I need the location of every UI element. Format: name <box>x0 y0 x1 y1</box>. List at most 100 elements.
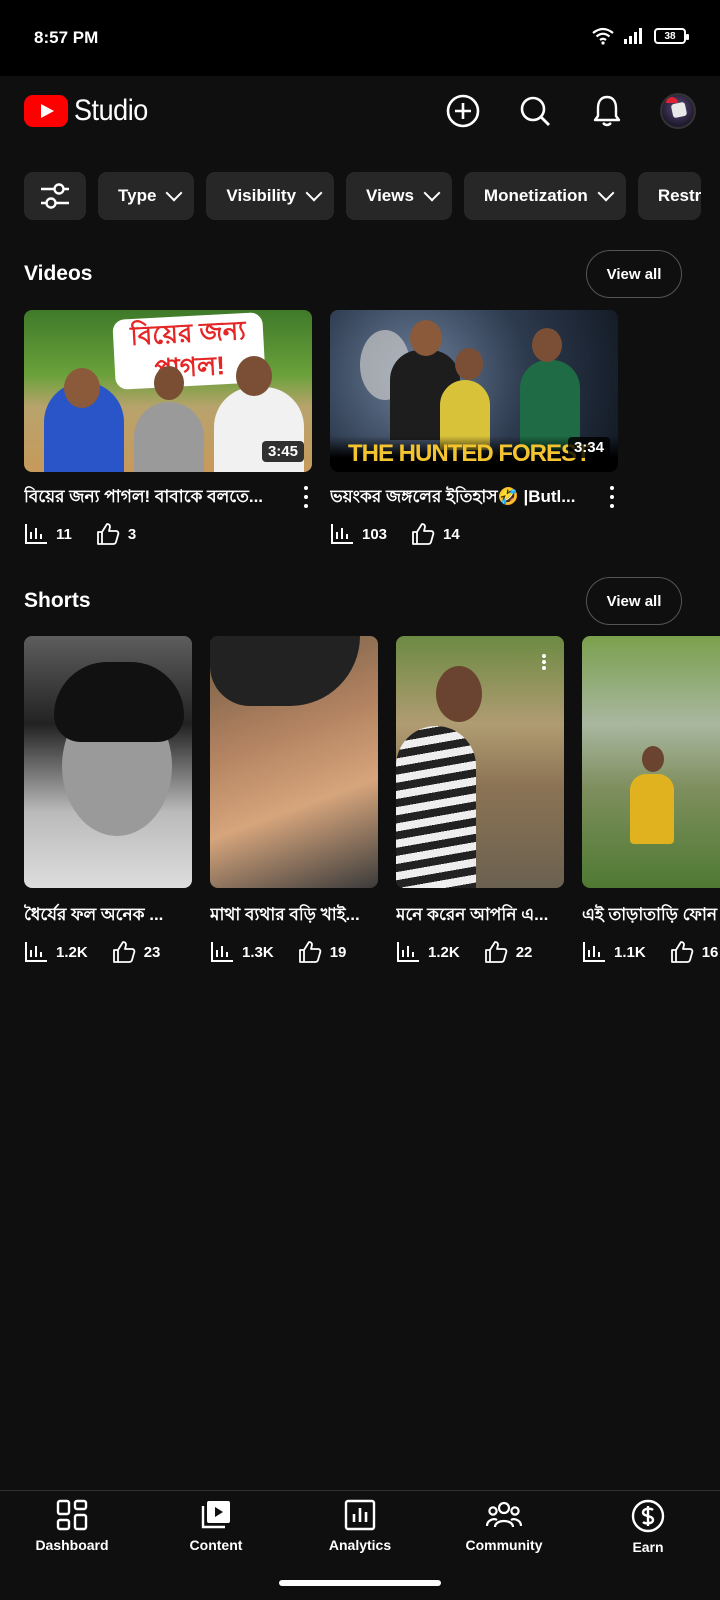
chip-label: Views <box>366 186 414 205</box>
video-card[interactable]: THE HUNTED FOREST 3:34 ভয়ংকর জঙ্গলের ইত… <box>330 310 618 546</box>
video-card[interactable]: বিয়ের জন্য পাগল! 3:45 বিয়ের জন্য পাগল!… <box>24 310 312 546</box>
videos-view-all-button[interactable]: View all <box>586 250 682 298</box>
short-title: এই তাড়াতাড়ি ফোন <box>582 905 718 924</box>
short-card[interactable]: এই তাড়াতাড়ি ফোন 1.1K 16 <box>582 636 720 964</box>
thumbnail-face <box>642 746 664 772</box>
nav-label: Content <box>189 1537 243 1553</box>
views-count: 1.1K <box>614 943 646 961</box>
chevron-down-icon <box>305 184 323 202</box>
home-indicator[interactable] <box>279 1580 441 1586</box>
header-actions <box>444 92 696 130</box>
likes-count: 22 <box>515 943 533 961</box>
analytics-bars-icon <box>211 942 233 962</box>
likes-count: 14 <box>443 525 460 543</box>
thumbnail-face <box>154 366 184 400</box>
filter-chip-restrictions[interactable]: Restr <box>637 172 702 220</box>
nav-label: Dashboard <box>35 1537 109 1553</box>
filter-chips: Type Visibility Views Monetization Restr <box>24 172 702 220</box>
analytics-bars-icon <box>397 942 419 962</box>
short-thumbnail[interactable] <box>582 636 720 888</box>
analytics-bars-icon <box>25 942 47 962</box>
chip-label: Monetization <box>483 186 588 205</box>
video-duration: 3:34 <box>567 437 610 458</box>
nav-label: Analytics <box>328 1537 392 1553</box>
nav-item-dashboard[interactable]: Dashboard <box>0 1491 144 1566</box>
analytics-bars-icon <box>25 524 47 544</box>
short-thumbnail[interactable] <box>210 636 378 888</box>
chevron-down-icon <box>165 184 183 202</box>
thumbs-up-icon <box>670 941 693 963</box>
video-thumbnail[interactable]: বিয়ের জন্য পাগল! 3:45 <box>24 310 312 472</box>
logo-text: Studio <box>74 94 148 127</box>
signal-icon <box>624 28 642 44</box>
filter-chip-views[interactable]: Views <box>346 172 452 220</box>
analytics-bars-icon <box>583 942 605 962</box>
videos-section-title: Videos <box>24 262 93 285</box>
thumbnail-face <box>410 320 442 356</box>
search-icon <box>520 96 550 126</box>
chevron-down-icon <box>423 184 441 202</box>
filter-settings-button[interactable] <box>24 172 86 220</box>
more-options-icon[interactable] <box>538 654 550 670</box>
short-stats: 1.3K 19 <box>210 940 378 964</box>
video-duration: 3:45 <box>261 441 304 462</box>
thumbnail-figure <box>134 402 204 472</box>
short-card[interactable]: ধৈর্যের ফল অনেক ... 1.2K 23 <box>24 636 192 964</box>
views-count: 103 <box>362 525 388 543</box>
video-title: বিয়ের জন্য পাগল! বাবাকে বলতে... <box>24 487 264 506</box>
thumbs-up-icon <box>96 523 120 545</box>
thumbs-up-icon <box>298 941 321 963</box>
nav-item-earn[interactable]: Earn <box>576 1491 720 1566</box>
chip-label: Type <box>118 186 157 205</box>
short-card[interactable]: মাথা ব্যথার বড়ি খাই... 1.3K 19 <box>210 636 378 964</box>
filter-chip-monetization[interactable]: Monetization <box>463 172 626 220</box>
short-card[interactable]: মনে করেন আপনি এ... 1.2K 22 <box>396 636 564 964</box>
thumbnail-figure <box>630 774 674 844</box>
shorts-view-all-button[interactable]: View all <box>586 577 682 625</box>
nav-item-community[interactable]: Community <box>432 1491 576 1566</box>
search-button[interactable] <box>516 92 554 130</box>
more-options-icon[interactable] <box>606 486 618 508</box>
chip-label: Visibility <box>226 186 297 205</box>
nav-item-analytics[interactable]: Analytics <box>288 1491 432 1566</box>
dashboard-icon <box>56 1499 88 1531</box>
likes-count: 3 <box>127 525 137 543</box>
more-options-icon[interactable] <box>300 486 312 508</box>
chip-label: Restr <box>657 186 702 205</box>
nav-label: Community <box>465 1537 543 1553</box>
views-count: 1.2K <box>56 943 88 961</box>
status-bar: 8:57 PM 38 <box>0 0 720 76</box>
avatar[interactable] <box>660 93 696 129</box>
studio-logo[interactable]: Studio <box>24 94 156 128</box>
wifi-icon <box>592 27 614 45</box>
likes-count: 23 <box>143 943 161 961</box>
short-thumbnail[interactable] <box>24 636 192 888</box>
analytics-icon <box>344 1499 376 1531</box>
content-library-icon <box>201 1501 230 1529</box>
sliders-icon <box>41 183 69 209</box>
video-thumbnail[interactable]: THE HUNTED FOREST 3:34 <box>330 310 618 472</box>
chevron-down-icon <box>597 184 615 202</box>
thumbnail-text: THE HUNTED FOREST <box>348 440 591 467</box>
create-button[interactable] <box>444 92 482 130</box>
analytics-bars-icon <box>331 524 353 544</box>
views-count: 11 <box>56 525 72 543</box>
video-stats: 11 3 <box>24 522 312 546</box>
filter-chip-type[interactable]: Type <box>98 172 195 220</box>
youtube-logo-icon <box>24 95 68 127</box>
dollar-circle-icon <box>631 1499 665 1533</box>
short-thumbnail[interactable] <box>396 636 564 888</box>
nav-item-content[interactable]: Content <box>144 1491 288 1566</box>
video-stats: 103 14 <box>330 522 618 546</box>
battery-icon: 38 <box>654 28 689 44</box>
bell-icon <box>593 95 621 127</box>
thumbs-up-icon <box>484 941 507 963</box>
thumbnail-face <box>455 348 483 380</box>
short-stats: 1.2K 22 <box>396 940 564 964</box>
notifications-button[interactable] <box>588 92 626 130</box>
thumbnail-face <box>436 666 482 722</box>
filter-chip-visibility[interactable]: Visibility <box>206 172 335 220</box>
short-title: মাথা ব্যথার বড়ি খাই... <box>210 905 360 924</box>
likes-count: 16 <box>701 943 719 961</box>
thumbnail-hair <box>54 662 184 742</box>
